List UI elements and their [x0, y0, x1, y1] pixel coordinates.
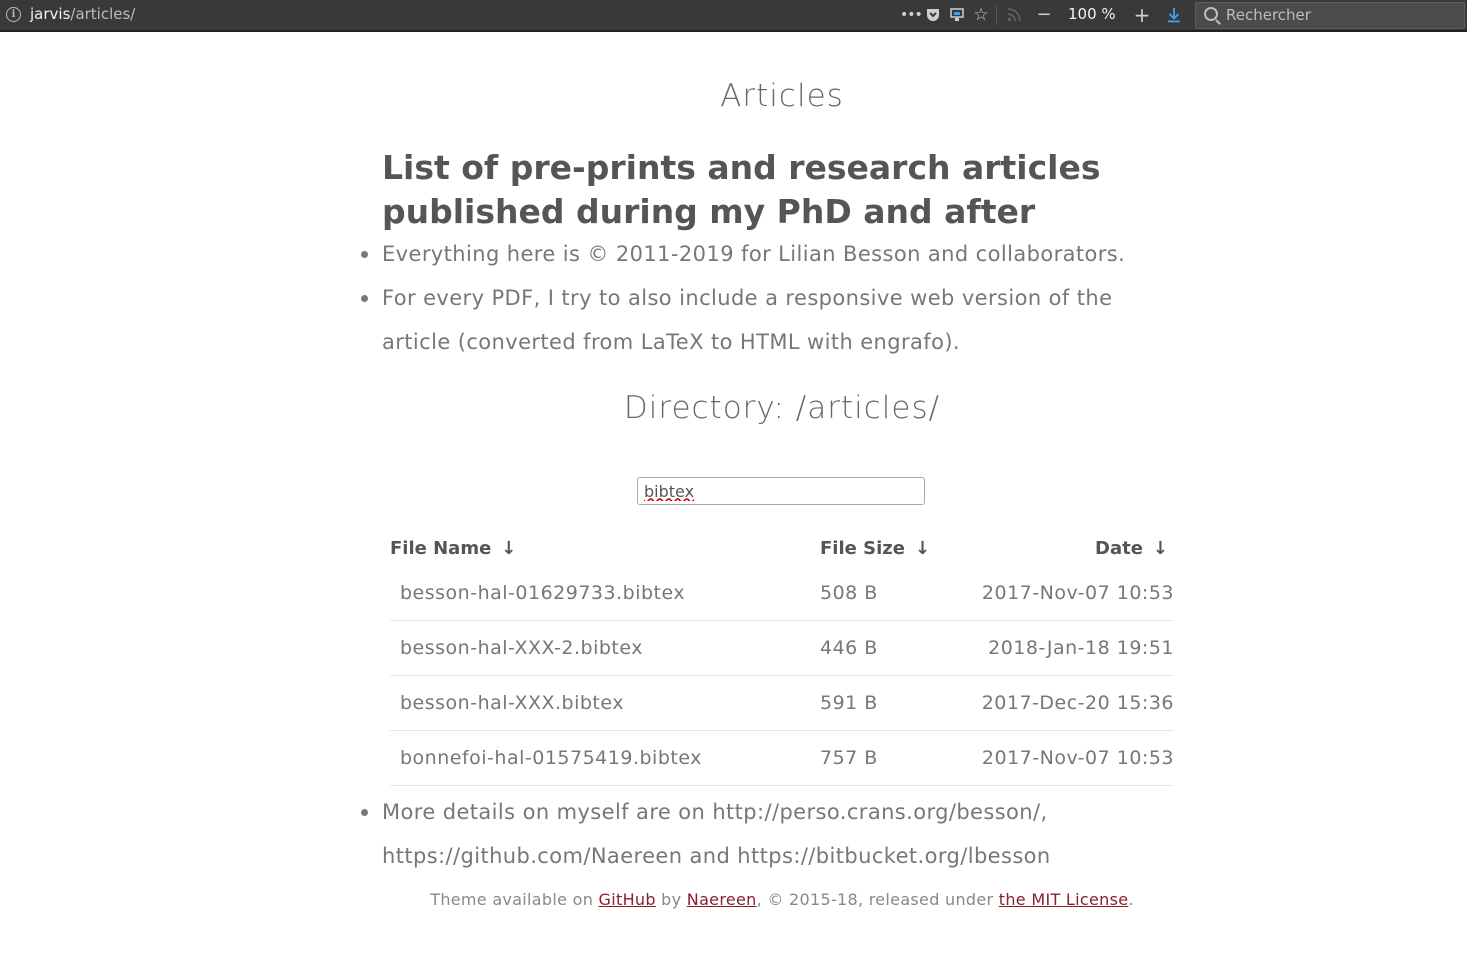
- file-size: 508 B: [820, 566, 970, 621]
- table-row[interactable]: besson-hal-XXX-2.bibtex 446 B 2018-Jan-1…: [390, 620, 1174, 676]
- file-table: File Name ↓ File Size ↓ Date ↓ besson-hal-0…: [390, 530, 1174, 786]
- filter-input[interactable]: [637, 477, 925, 505]
- directory-heading: Directory: /articles/: [623, 390, 941, 426]
- sort-arrow-icon: ↓: [914, 537, 931, 559]
- file-name-link[interactable]: besson-hal-XXX-2.bibtex: [390, 620, 820, 676]
- search-icon: [1204, 7, 1218, 21]
- column-header-file-name[interactable]: File Name ↓: [390, 530, 820, 566]
- table-row[interactable]: bonnefoi-hal-01575419.bibtex 757 B 2017-…: [390, 730, 1174, 786]
- file-size: 591 B: [820, 675, 970, 731]
- pocket-icon[interactable]: [924, 3, 942, 27]
- footer-text: .: [1128, 890, 1134, 909]
- toolbar-separator: [996, 5, 997, 25]
- file-size: 446 B: [820, 620, 970, 676]
- list-item: For every PDF, I try to also include a r…: [361, 276, 1172, 364]
- browser-search-box[interactable]: Rechercher: [1195, 2, 1465, 29]
- footer: Theme available on GitHub by Naereen, © …: [0, 890, 1467, 909]
- headline: List of pre-prints and research articles…: [382, 148, 1101, 231]
- url-host: jarvis: [30, 5, 71, 23]
- footer-text: by: [655, 890, 687, 909]
- github-link[interactable]: GitHub: [599, 890, 656, 909]
- url-bar[interactable]: jarvis/articles/: [30, 5, 135, 23]
- file-date: 2017-Nov-07 10:53: [970, 730, 1174, 786]
- zoom-in-icon[interactable]: +: [1132, 3, 1152, 27]
- sort-arrow-icon: ↓: [501, 537, 517, 559]
- file-date: 2018-Jan-18 19:51: [970, 620, 1174, 676]
- sort-arrow-icon: ↓: [1152, 537, 1168, 559]
- header-label: File Name: [390, 537, 492, 559]
- info-icon[interactable]: i: [6, 7, 21, 22]
- author-link[interactable]: Naereen: [687, 890, 757, 909]
- browser-toolbar: i jarvis/articles/ ••• ☆ − 100 % + Reche…: [0, 0, 1467, 32]
- file-name-link[interactable]: besson-hal-XXX.bibtex: [390, 675, 820, 731]
- rss-icon[interactable]: [1004, 3, 1024, 27]
- file-name-link[interactable]: besson-hal-01629733.bibtex: [390, 566, 820, 621]
- file-name-link[interactable]: bonnefoi-hal-01575419.bibtex: [390, 730, 820, 786]
- file-size: 757 B: [820, 730, 970, 786]
- list-item: Everything here is © 2011-2019 for Lilia…: [361, 232, 1172, 276]
- search-placeholder: Rechercher: [1226, 6, 1311, 24]
- list-item: More details on myself are on http://per…: [361, 790, 1172, 878]
- url-path: /articles/: [70, 5, 136, 23]
- details-list: More details on myself are on http://per…: [361, 790, 1172, 878]
- table-row[interactable]: besson-hal-XXX.bibtex 591 B 2017-Dec-20 …: [390, 675, 1174, 731]
- header-label: File Size: [820, 537, 905, 559]
- column-header-file-size[interactable]: File Size ↓: [820, 530, 970, 566]
- screenshot-icon[interactable]: [947, 3, 967, 27]
- footer-text: Theme available on: [430, 890, 599, 909]
- intro-list: Everything here is © 2011-2019 for Lilia…: [361, 232, 1172, 364]
- zoom-out-icon[interactable]: −: [1034, 3, 1054, 27]
- license-link[interactable]: the MIT License: [999, 890, 1129, 909]
- table-row[interactable]: besson-hal-01629733.bibtex 508 B 2017-No…: [390, 566, 1174, 621]
- footer-text: , © 2015-18, released under: [756, 890, 999, 909]
- page-title: Articles: [720, 78, 844, 114]
- table-header-row: File Name ↓ File Size ↓ Date ↓: [390, 530, 1174, 566]
- zoom-level[interactable]: 100 %: [1068, 5, 1116, 23]
- column-header-date[interactable]: Date ↓: [970, 530, 1174, 566]
- file-date: 2017-Nov-07 10:53: [970, 566, 1174, 621]
- file-date: 2017-Dec-20 15:36: [970, 675, 1174, 731]
- header-label: Date: [1095, 537, 1143, 559]
- bookmark-star-icon[interactable]: ☆: [971, 3, 991, 27]
- more-icon[interactable]: •••: [900, 3, 923, 27]
- download-icon[interactable]: [1164, 3, 1184, 27]
